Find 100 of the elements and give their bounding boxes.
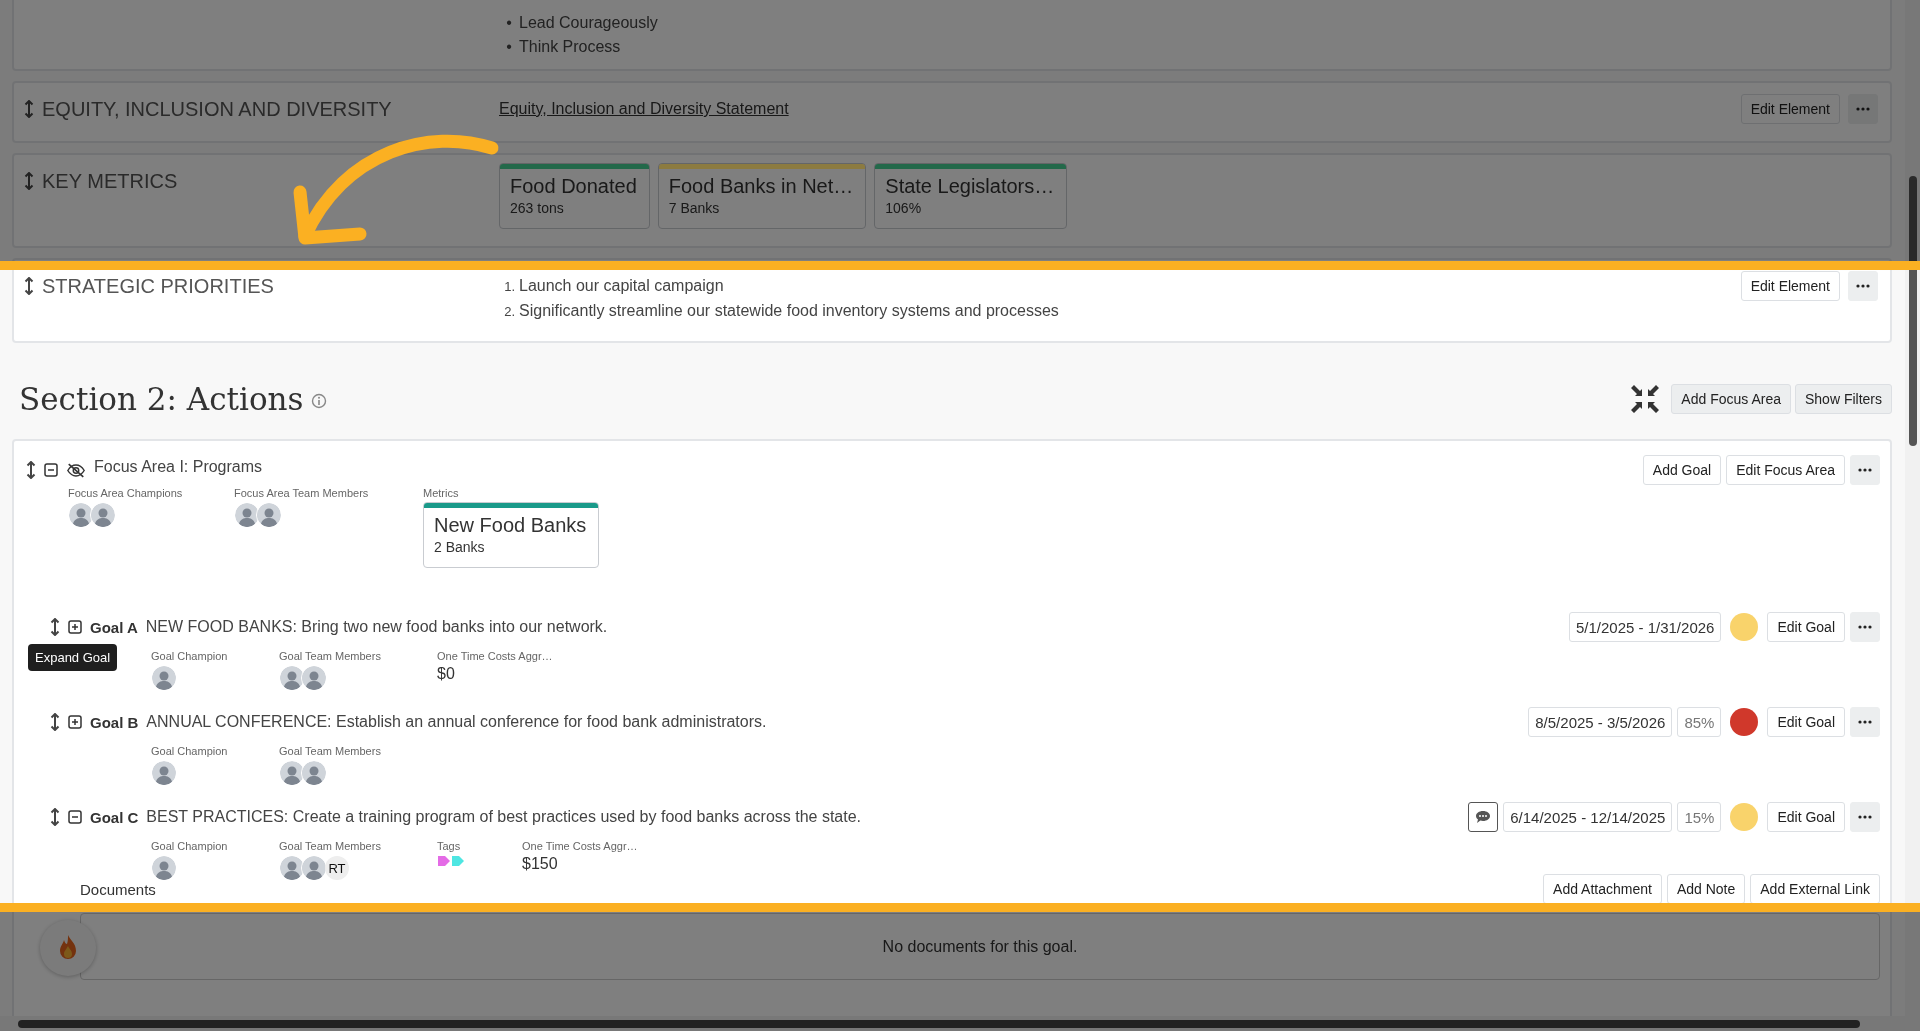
percent-complete: 85% — [1677, 707, 1722, 737]
metric-card[interactable]: New Food Banks 2 Banks — [423, 502, 600, 568]
element-title: KEY METRICS — [42, 169, 178, 193]
list-item: Lead Courageously — [519, 13, 658, 33]
section-button[interactable]: Add Focus Area — [1671, 384, 1791, 414]
field-value: $0 — [437, 665, 456, 683]
eye-slash-icon[interactable] — [66, 462, 86, 478]
more-button[interactable] — [1850, 455, 1880, 485]
metric-value: 7 Banks — [668, 199, 721, 217]
more-button[interactable] — [1850, 707, 1880, 737]
avatar[interactable] — [301, 855, 327, 881]
avatar[interactable] — [151, 855, 177, 881]
avatar[interactable] — [151, 760, 177, 786]
metric-value: 2 Banks — [434, 538, 486, 556]
field-label: Focus Area Champions — [68, 487, 184, 499]
avatar[interactable] — [279, 855, 305, 881]
field-label: Goal Team Members — [279, 745, 382, 757]
avatar[interactable] — [234, 502, 260, 528]
status-dot[interactable] — [1730, 708, 1759, 736]
percent-complete: 15% — [1677, 802, 1722, 832]
tag-icon[interactable] — [437, 855, 451, 867]
drag-icon[interactable] — [50, 808, 60, 826]
status-dot[interactable] — [1730, 613, 1759, 641]
metric-card[interactable]: State Legislators… 106% — [874, 163, 1068, 229]
compress-icon[interactable] — [1629, 383, 1662, 415]
date-range: 6/14/2025 - 12/14/2025 — [1503, 802, 1673, 832]
edit-element-button[interactable]: Edit Element — [1740, 271, 1840, 301]
metric-name: New Food Banks — [434, 513, 587, 538]
drag-icon[interactable] — [24, 172, 34, 190]
goal-label: Goal B — [90, 713, 139, 731]
initials-avatar[interactable]: RT — [325, 856, 349, 880]
more-icon — [1858, 815, 1872, 819]
field-label: One Time Costs Aggr… — [522, 840, 638, 852]
focus-area-button[interactable]: Add Goal — [1642, 455, 1722, 485]
drag-icon[interactable] — [50, 713, 60, 731]
drag-icon[interactable] — [24, 277, 34, 295]
goal-label: Goal C — [90, 808, 139, 826]
list-item: Think Process — [519, 37, 621, 57]
more-icon — [1856, 107, 1870, 111]
speech-bubble-icon — [1475, 810, 1492, 824]
goal-text: ANNUAL CONFERENCE: Establish an annual conference for food bank administrators. — [146, 713, 767, 731]
list-item: Launch our capital campaign — [519, 276, 724, 296]
field-label: Goal Champion — [151, 745, 229, 757]
document-button[interactable]: Add Attachment — [1543, 874, 1662, 904]
drag-icon[interactable] — [24, 100, 34, 118]
statement-link[interactable]: Equity, Inclusion and Diversity Statement — [499, 94, 789, 124]
info-icon[interactable] — [311, 393, 328, 409]
avatar[interactable] — [279, 760, 305, 786]
document-button[interactable]: Add External Link — [1750, 874, 1880, 904]
field-label: Goal Champion — [151, 650, 229, 662]
drag-icon[interactable] — [26, 461, 36, 479]
list-marker: 1. — [503, 278, 515, 296]
edit-goal-button[interactable]: Edit Goal — [1767, 707, 1845, 737]
avatar[interactable] — [279, 665, 305, 691]
field-label: Goal Team Members — [279, 840, 382, 852]
metric-card[interactable]: Food Banks in Net… 7 Banks — [657, 163, 867, 229]
edit-goal-button[interactable]: Edit Goal — [1767, 802, 1845, 832]
metric-value: 106% — [885, 199, 923, 217]
avatar[interactable] — [301, 760, 327, 786]
edit-goal-button[interactable]: Edit Goal — [1767, 612, 1845, 642]
list-item: Significantly streamline our statewide food inventory systems and processes — [519, 301, 1059, 321]
edit-element-button[interactable]: Edit Element — [1740, 94, 1840, 124]
scrollbar-thumb[interactable] — [1909, 176, 1917, 446]
expand-icon[interactable] — [68, 620, 82, 634]
field-label: Metrics — [423, 487, 460, 499]
scrollbar[interactable] — [1905, 0, 1920, 1031]
scrollbar-thumb[interactable] — [18, 1020, 1860, 1028]
metric-value: 263 tons — [510, 199, 565, 217]
date-range: 8/5/2025 - 3/5/2026 — [1528, 707, 1673, 737]
goal-label: Goal A — [90, 618, 138, 636]
status-dot[interactable] — [1730, 803, 1759, 831]
avatar[interactable] — [151, 665, 177, 691]
collapse-icon[interactable] — [44, 463, 58, 477]
element-title: STRATEGIC PRIORITIES — [42, 274, 274, 298]
comment-button[interactable] — [1468, 802, 1499, 832]
more-button[interactable] — [1850, 802, 1880, 832]
avatar[interactable] — [301, 665, 327, 691]
more-button[interactable] — [1848, 271, 1878, 301]
empty-message: No documents for this goal. — [882, 937, 1078, 956]
metric-name: Food Banks in Net… — [668, 174, 854, 199]
more-icon — [1856, 284, 1870, 288]
more-icon — [1858, 468, 1872, 472]
field-label: Goal Champion — [151, 840, 229, 852]
more-button[interactable] — [1848, 94, 1878, 124]
list-marker: 2. — [503, 303, 515, 321]
focus-area-button[interactable]: Edit Focus Area — [1726, 455, 1845, 485]
element-title: EQUITY, INCLUSION AND DIVERSITY — [42, 97, 392, 121]
expand-icon[interactable] — [68, 715, 82, 729]
avatar[interactable] — [68, 502, 94, 528]
drag-icon[interactable] — [50, 618, 60, 636]
section-button[interactable]: Show Filters — [1794, 384, 1892, 414]
avatar[interactable] — [256, 502, 282, 528]
collapse-icon[interactable] — [68, 810, 82, 824]
more-button[interactable] — [1850, 612, 1880, 642]
scrollbar[interactable] — [0, 1016, 1905, 1031]
avatar[interactable] — [90, 502, 116, 528]
more-icon — [1858, 720, 1872, 724]
section-title: Section 2: Actions — [19, 381, 304, 417]
document-button[interactable]: Add Note — [1666, 874, 1746, 904]
metric-card[interactable]: Food Donated 263 tons — [499, 163, 650, 229]
